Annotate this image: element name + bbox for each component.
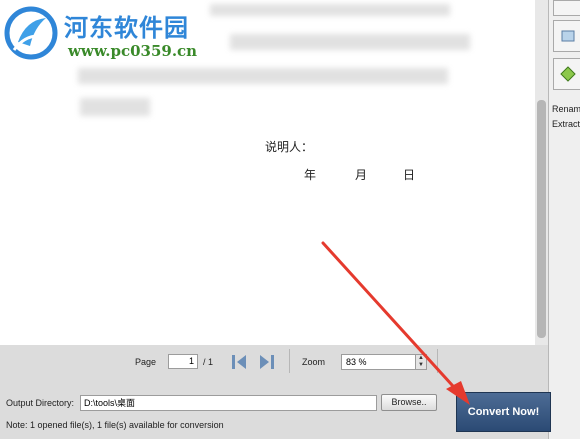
- annotation-arrow: [321, 241, 470, 405]
